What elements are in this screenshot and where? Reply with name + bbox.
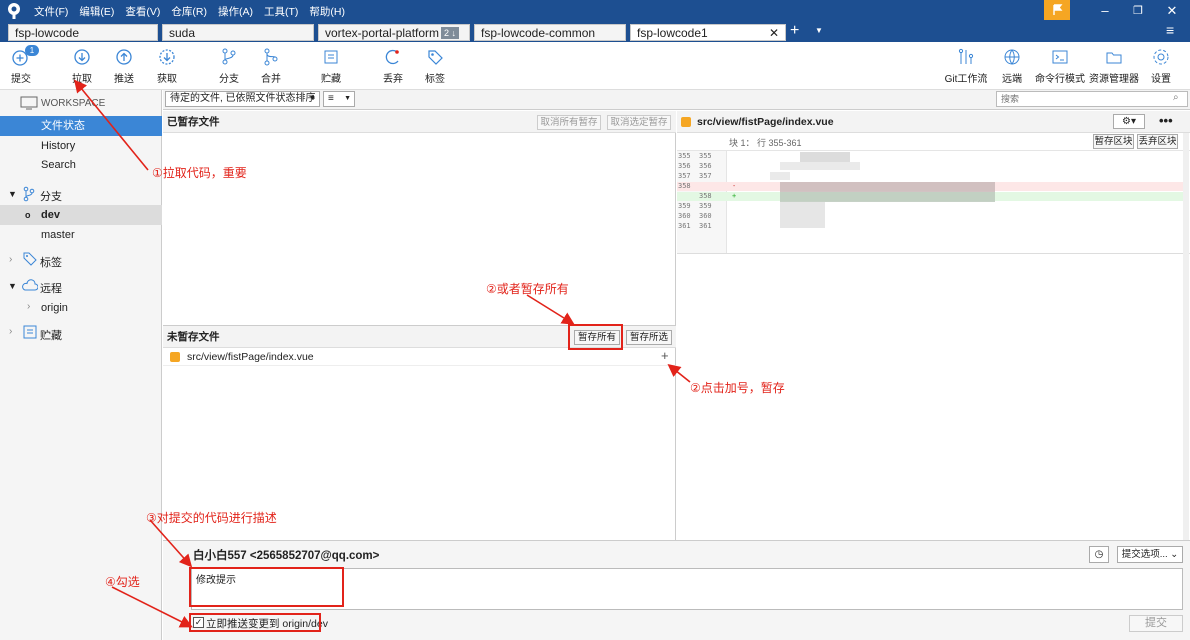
annotation-check: ④勾选 [105,575,140,589]
highlight-stage-all [568,324,623,350]
annotation-pull: ①拉取代码，重要 [152,166,247,180]
highlight-commit-message [189,567,344,607]
annotation-stage-all: ②或者暂存所有 [486,282,569,296]
annotation-arrows [73,79,691,628]
annotation-description: ③对提交的代码进行描述 [146,511,277,525]
highlight-push-checkbox [189,613,321,632]
annotation-plus: ②点击加号，暂存 [690,381,785,395]
